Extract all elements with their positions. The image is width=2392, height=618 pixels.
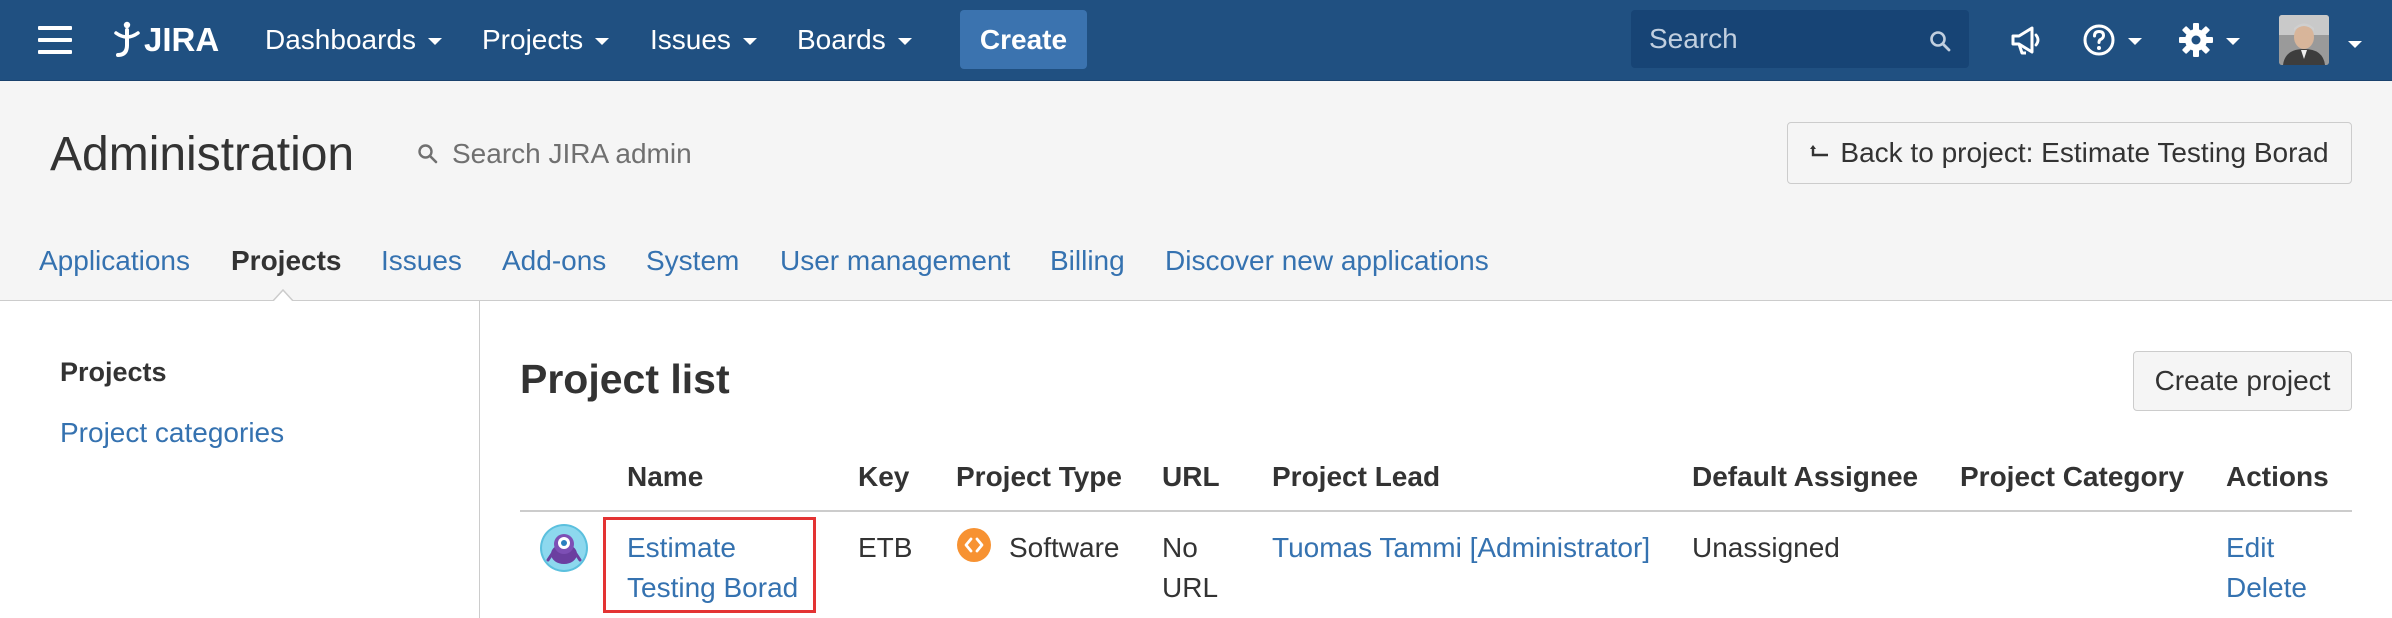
back-to-project-label: Back to project: Estimate Testing Borad bbox=[1840, 137, 2329, 168]
sidebar-item-project-categories[interactable]: Project categories bbox=[60, 417, 284, 449]
column-header-project-lead: Project Lead bbox=[1272, 461, 1441, 492]
gear-icon bbox=[2179, 23, 2213, 57]
chevron-down-icon bbox=[2226, 38, 2240, 45]
nav-dashboards-label: Dashboards bbox=[265, 24, 416, 55]
back-arrow-icon bbox=[1810, 145, 1829, 157]
project-type: Software bbox=[1009, 532, 1120, 563]
tab-issues[interactable]: Issues bbox=[381, 245, 462, 277]
project-url-line-1: No bbox=[1162, 532, 1198, 563]
column-header-project-category: Project Category bbox=[1960, 461, 2185, 492]
project-url-line-2: URL bbox=[1162, 572, 1219, 603]
top-navigation-bar: JIRA Dashboards Projects Issues Boards C… bbox=[0, 0, 2392, 81]
nav-projects-label: Projects bbox=[482, 24, 584, 55]
admin-search-placeholder: Search JIRA admin bbox=[452, 138, 692, 169]
column-header-project-type: Project Type bbox=[956, 461, 1122, 492]
search-icon[interactable] bbox=[1929, 30, 1951, 52]
row-actions: Edit Delete bbox=[2226, 528, 2307, 608]
help-icon bbox=[2083, 24, 2115, 56]
project-name-line-1: Estimate bbox=[627, 532, 736, 563]
jira-logo-icon bbox=[114, 21, 140, 57]
column-header-actions: Actions bbox=[2226, 461, 2329, 492]
chevron-down-icon bbox=[742, 38, 757, 45]
column-header-url: URL bbox=[1162, 461, 1220, 492]
chevron-down-icon[interactable] bbox=[2348, 41, 2362, 48]
admin-sidebar: Projects Project categories bbox=[0, 301, 480, 618]
project-name-link[interactable]: Estimate Testing Borad bbox=[627, 528, 798, 608]
nav-issues[interactable]: Issues bbox=[650, 22, 757, 58]
active-tab-pointer bbox=[272, 288, 294, 302]
admin-header: Administration Search JIRA admin Back to… bbox=[0, 81, 2392, 221]
delete-project-link[interactable]: Delete bbox=[2226, 568, 2307, 608]
nav-boards-label: Boards bbox=[797, 24, 886, 55]
search-icon bbox=[418, 144, 438, 164]
menu-icon[interactable] bbox=[38, 26, 72, 54]
edit-project-link[interactable]: Edit bbox=[2226, 528, 2307, 568]
nav-boards[interactable]: Boards bbox=[797, 22, 912, 58]
nav-projects[interactable]: Projects bbox=[482, 22, 610, 58]
sidebar-item-projects[interactable]: Projects bbox=[60, 357, 167, 388]
tab-discover-new-applications[interactable]: Discover new applications bbox=[1165, 245, 1489, 277]
megaphone-icon bbox=[2011, 26, 2040, 55]
tab-system[interactable]: System bbox=[646, 245, 739, 277]
tab-billing[interactable]: Billing bbox=[1050, 245, 1125, 277]
settings-menu[interactable] bbox=[2178, 18, 2240, 62]
tab-add-ons[interactable]: Add-ons bbox=[502, 245, 606, 277]
admin-tabs: Applications Projects Issues Add-ons Sys… bbox=[0, 221, 2392, 301]
column-header-default-assignee: Default Assignee bbox=[1692, 461, 1919, 492]
global-search[interactable] bbox=[1631, 10, 1969, 68]
user-avatar-icon bbox=[2279, 15, 2329, 65]
project-key: ETB bbox=[858, 532, 913, 563]
software-project-type-icon bbox=[957, 528, 991, 562]
tab-projects[interactable]: Projects bbox=[231, 245, 342, 277]
logo-text: JIRA bbox=[144, 21, 220, 58]
nav-dashboards[interactable]: Dashboards bbox=[265, 22, 442, 58]
avatar[interactable] bbox=[2279, 15, 2329, 65]
project-list-heading: Project list bbox=[520, 356, 730, 402]
default-assignee: Unassigned bbox=[1692, 532, 1840, 563]
chevron-down-icon bbox=[595, 38, 610, 45]
jira-logo[interactable]: JIRA bbox=[112, 16, 219, 64]
project-lead-link[interactable]: Tuomas Tammi [Administrator] bbox=[1272, 528, 1650, 568]
tab-applications[interactable]: Applications bbox=[39, 245, 190, 277]
project-avatar-icon[interactable] bbox=[540, 524, 588, 572]
create-button[interactable]: Create bbox=[960, 10, 1087, 69]
tab-user-management[interactable]: User management bbox=[780, 245, 1010, 277]
notifications-button[interactable] bbox=[2010, 18, 2044, 62]
column-header-name: Name bbox=[627, 461, 704, 492]
column-header-key: Key bbox=[858, 461, 910, 492]
search-input[interactable] bbox=[1649, 23, 1909, 55]
chevron-down-icon bbox=[427, 38, 442, 45]
create-project-button[interactable]: Create project bbox=[2133, 351, 2352, 411]
back-to-project-button[interactable]: Back to project: Estimate Testing Borad bbox=[1787, 122, 2352, 184]
help-menu[interactable] bbox=[2082, 18, 2142, 62]
page-title: Administration bbox=[50, 128, 355, 181]
chevron-down-icon bbox=[2128, 38, 2142, 45]
project-url: No URL bbox=[1162, 528, 1218, 608]
admin-search[interactable]: Search JIRA admin bbox=[416, 134, 692, 174]
nav-issues-label: Issues bbox=[650, 24, 731, 55]
project-name-line-2: Testing Borad bbox=[627, 572, 799, 603]
chevron-down-icon bbox=[897, 38, 912, 45]
table-header-divider bbox=[520, 510, 2352, 512]
